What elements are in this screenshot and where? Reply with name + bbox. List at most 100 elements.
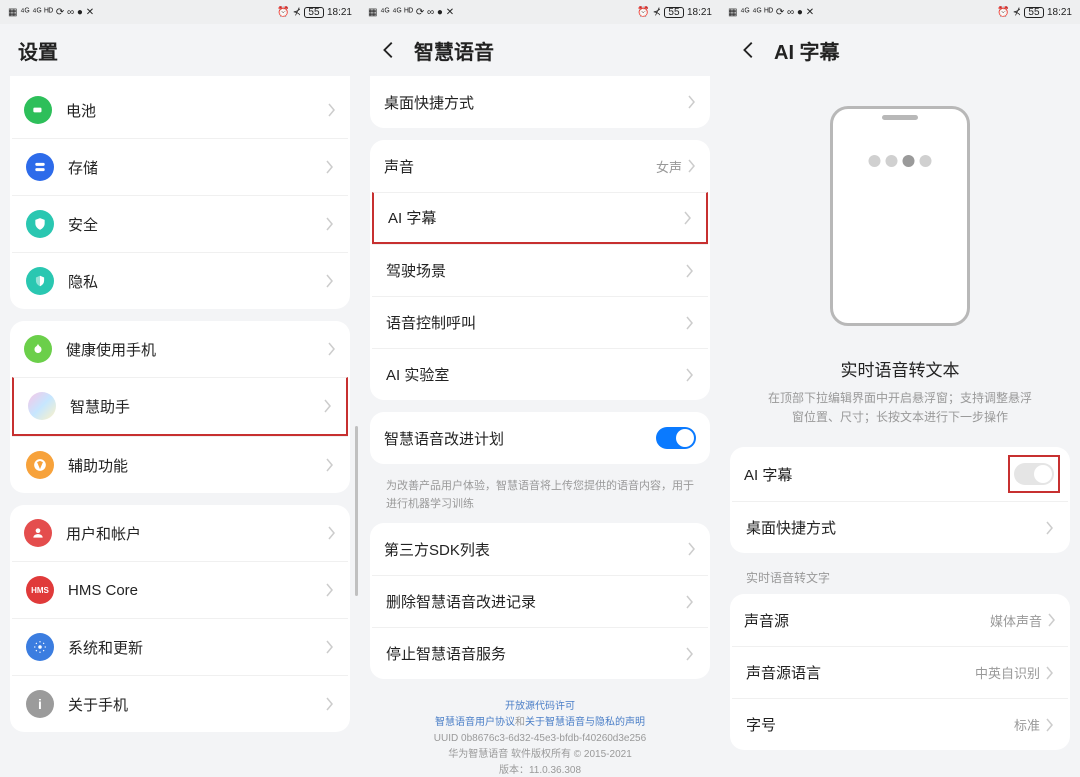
row-label: 桌面快捷方式 [746, 517, 1046, 538]
back-button[interactable] [738, 39, 760, 61]
chevron-right-icon [686, 595, 694, 609]
row-sound[interactable]: 声音 女声 [370, 140, 710, 192]
health-icon [24, 335, 52, 363]
row-system-update[interactable]: 系统和更新 [12, 618, 348, 675]
subtitle-toggle-group: AI 字幕 桌面快捷方式 [730, 447, 1070, 553]
row-privacy[interactable]: 隐私 [12, 252, 348, 309]
user-icon [24, 519, 52, 547]
accessibility-icon [26, 451, 54, 479]
chevron-right-icon [688, 95, 696, 109]
page-title: 智慧语音 [414, 36, 494, 65]
row-storage[interactable]: 存储 [12, 138, 348, 195]
chevron-right-icon [326, 697, 334, 711]
row-sdk-list[interactable]: 第三方SDK列表 [370, 523, 710, 575]
row-desktop-shortcut[interactable]: 桌面快捷方式 [370, 76, 710, 128]
row-label: 系统和更新 [68, 637, 326, 658]
assistant-icon [28, 392, 56, 420]
page-header: AI 字幕 [720, 24, 1080, 76]
row-label: 安全 [68, 214, 326, 235]
feature-heading: 实时语音转文本 [730, 356, 1070, 381]
section-label: 实时语音转文字 [730, 565, 1070, 594]
privacy-icon [26, 267, 54, 295]
row-users[interactable]: 用户和帐户 [10, 505, 350, 561]
row-battery[interactable]: 电池 [10, 82, 350, 138]
chevron-right-icon [1046, 666, 1054, 680]
row-label: AI 字幕 [388, 207, 684, 228]
chevron-right-icon [684, 211, 692, 225]
system-icon [26, 633, 54, 661]
row-value: 媒体声音 [990, 611, 1042, 630]
row-accessibility[interactable]: 辅助功能 [12, 436, 348, 493]
row-value: 标准 [1014, 715, 1040, 734]
open-source-link[interactable]: 开放源代码许可 [378, 699, 702, 715]
status-bar: ▦ ⁴ᴳ ⁴ᴳ ᴴᴰ ⟳ ∞ ● ✕ ⏰ ⊀5518:21 [0, 0, 360, 24]
status-bar: ▦ ⁴ᴳ ⁴ᴳ ᴴᴰ ⟳ ∞ ● ✕ ⏰ ⊀5518:21 [720, 0, 1080, 24]
row-label: AI 实验室 [386, 364, 686, 385]
row-smart-assistant[interactable]: 智慧助手 [12, 377, 348, 436]
row-label: 关于手机 [68, 694, 326, 715]
footer-info: 开放源代码许可 智慧语音用户协议和关于智慧语音与隐私的声明 UUID 0b867… [370, 691, 710, 777]
security-icon [26, 210, 54, 238]
row-label: AI 字幕 [744, 464, 1012, 485]
row-desktop-shortcut[interactable]: 桌面快捷方式 [732, 501, 1068, 553]
row-label: 健康使用手机 [66, 339, 328, 360]
chevron-right-icon [326, 640, 334, 654]
status-bar: ▦ ⁴ᴳ ⁴ᴳ ᴴᴰ ⟳ ∞ ● ✕ ⏰ ⊀5518:21 [360, 0, 720, 24]
improvement-plan-toggle[interactable] [656, 427, 696, 449]
row-improvement-plan[interactable]: 智慧语音改进计划 [370, 412, 710, 464]
chevron-right-icon [686, 368, 694, 382]
chevron-right-icon [686, 264, 694, 278]
settings-group-system: 用户和帐户 HMS HMS Core 系统和更新 i 关于手机 [10, 505, 350, 732]
row-driving[interactable]: 驾驶场景 [372, 244, 708, 296]
illustration [730, 76, 1070, 336]
chevron-right-icon [326, 583, 334, 597]
row-security[interactable]: 安全 [12, 195, 348, 252]
chevron-right-icon [1046, 718, 1054, 732]
about-icon: i [26, 690, 54, 718]
chevron-right-icon [324, 399, 332, 413]
row-label: 语音控制呼叫 [386, 312, 686, 333]
row-label: 删除智慧语音改进记录 [386, 591, 686, 612]
management-group: 第三方SDK列表 删除智慧语音改进记录 停止智慧语音服务 [370, 523, 710, 679]
row-value: 中英自识别 [975, 663, 1040, 682]
settings-group-smart: 健康使用手机 智慧助手 辅助功能 [10, 321, 350, 493]
page-title: 设置 [18, 36, 58, 65]
row-voice-call[interactable]: 语音控制呼叫 [372, 296, 708, 348]
voice-settings-group: 声音 女声 AI 字幕 驾驶场景 语音控制呼叫 AI 实验室 [370, 140, 710, 400]
scrollbar[interactable] [355, 426, 358, 596]
chevron-right-icon [688, 159, 696, 173]
row-sound-source[interactable]: 声音源 媒体声音 [730, 594, 1070, 646]
row-about-phone[interactable]: i 关于手机 [12, 675, 348, 732]
privacy-link[interactable]: 关于智慧语音与隐私的声明 [525, 717, 645, 728]
chevron-right-icon [326, 217, 334, 231]
chevron-right-icon [326, 274, 334, 288]
chevron-right-icon [328, 342, 336, 356]
user-agreement-link[interactable]: 智慧语音用户协议 [435, 717, 515, 728]
row-value: 女声 [656, 157, 682, 176]
page-title: AI 字幕 [774, 36, 840, 65]
row-delete-record[interactable]: 删除智慧语音改进记录 [372, 575, 708, 627]
row-label: 字号 [746, 714, 1014, 735]
row-stop-service[interactable]: 停止智慧语音服务 [372, 627, 708, 679]
row-label: 辅助功能 [68, 455, 326, 476]
storage-icon [26, 153, 54, 181]
row-health[interactable]: 健康使用手机 [10, 321, 350, 377]
version-text: 版本：11.0.36.308 [378, 763, 702, 777]
chevron-right-icon [686, 316, 694, 330]
chevron-right-icon [1048, 613, 1056, 627]
row-ai-lab[interactable]: AI 实验室 [372, 348, 708, 400]
chevron-right-icon [686, 647, 694, 661]
row-hms[interactable]: HMS HMS Core [12, 561, 348, 618]
phone-frame-icon [830, 106, 970, 326]
row-ai-subtitle-toggle[interactable]: AI 字幕 [730, 447, 1070, 501]
partial-card-top: 桌面快捷方式 [370, 76, 710, 128]
back-button[interactable] [378, 39, 400, 61]
row-label: 智慧助手 [70, 396, 324, 417]
row-source-language[interactable]: 声音源语言 中英自识别 [732, 646, 1068, 698]
ai-subtitle-toggle[interactable] [1014, 463, 1054, 485]
row-label: 电池 [66, 100, 328, 121]
row-ai-subtitle[interactable]: AI 字幕 [372, 192, 708, 244]
row-label: 声音源语言 [746, 662, 975, 683]
page-header: 智慧语音 [360, 24, 720, 76]
row-font-size[interactable]: 字号 标准 [732, 698, 1068, 750]
